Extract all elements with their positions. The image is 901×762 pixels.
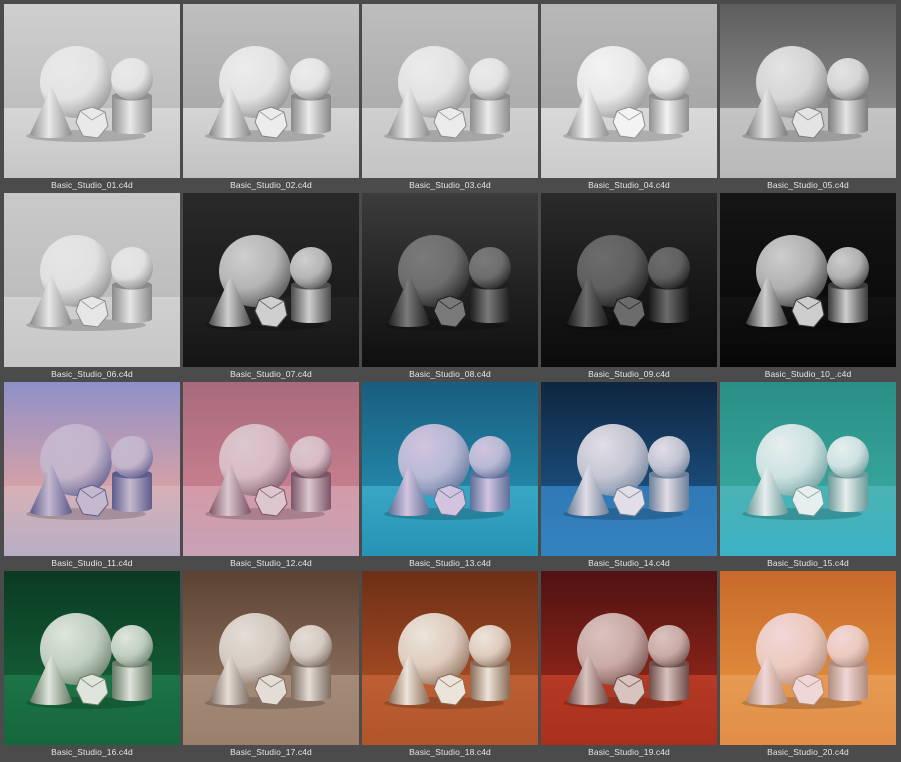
thumbnail-item[interactable]: Basic_Studio_14.c4d — [541, 382, 717, 570]
scene-preview-image — [183, 571, 359, 745]
thumbnail-item[interactable]: Basic_Studio_10_.c4d — [720, 193, 896, 381]
scene-preview-image — [541, 571, 717, 745]
scene-preview-image — [183, 4, 359, 178]
thumbnail-item[interactable]: Basic_Studio_02.c4d — [183, 4, 359, 192]
thumbnail-filename: Basic_Studio_09.c4d — [588, 369, 670, 379]
thumbnail-filename: Basic_Studio_05.c4d — [767, 180, 849, 190]
scene-preview-image — [183, 193, 359, 367]
thumbnail-filename: Basic_Studio_14.c4d — [588, 558, 670, 568]
thumbnail-item[interactable]: Basic_Studio_03.c4d — [362, 4, 538, 192]
thumbnail-item[interactable]: Basic_Studio_12.c4d — [183, 382, 359, 570]
thumbnail-item[interactable]: Basic_Studio_20.c4d — [720, 571, 896, 759]
thumbnail-item[interactable]: Basic_Studio_05.c4d — [720, 4, 896, 192]
thumbnail-filename: Basic_Studio_07.c4d — [230, 369, 312, 379]
thumbnail-item[interactable]: Basic_Studio_11.c4d — [4, 382, 180, 570]
thumbnail-item[interactable]: Basic_Studio_09.c4d — [541, 193, 717, 381]
scene-preview-image — [541, 4, 717, 178]
thumbnail-item[interactable]: Basic_Studio_01.c4d — [4, 4, 180, 192]
thumbnail-item[interactable]: Basic_Studio_17.c4d — [183, 571, 359, 759]
scene-preview-image — [4, 571, 180, 745]
thumbnail-filename: Basic_Studio_19.c4d — [588, 747, 670, 757]
scene-preview-image — [4, 382, 180, 556]
thumbnail-item[interactable]: Basic_Studio_04.c4d — [541, 4, 717, 192]
thumbnail-item[interactable]: Basic_Studio_06.c4d — [4, 193, 180, 381]
content-browser-grid: Basic_Studio_01.c4d Basic_Studio_02.c4d Ba… — [0, 0, 901, 762]
thumbnail-filename: Basic_Studio_17.c4d — [230, 747, 312, 757]
thumbnail-filename: Basic_Studio_16.c4d — [51, 747, 133, 757]
scene-preview-image — [362, 193, 538, 367]
thumbnail-filename: Basic_Studio_12.c4d — [230, 558, 312, 568]
thumbnail-filename: Basic_Studio_06.c4d — [51, 369, 133, 379]
scene-preview-image — [720, 4, 896, 178]
thumbnail-filename: Basic_Studio_02.c4d — [230, 180, 312, 190]
scene-preview-image — [720, 382, 896, 556]
scene-preview-image — [183, 382, 359, 556]
scene-preview-image — [720, 193, 896, 367]
thumbnail-filename: Basic_Studio_08.c4d — [409, 369, 491, 379]
thumbnail-item[interactable]: Basic_Studio_07.c4d — [183, 193, 359, 381]
thumbnail-item[interactable]: Basic_Studio_08.c4d — [362, 193, 538, 381]
scene-preview-image — [362, 382, 538, 556]
thumbnail-filename: Basic_Studio_11.c4d — [51, 558, 133, 568]
thumbnail-item[interactable]: Basic_Studio_19.c4d — [541, 571, 717, 759]
scene-preview-image — [541, 193, 717, 367]
thumbnail-filename: Basic_Studio_13.c4d — [409, 558, 491, 568]
thumbnail-filename: Basic_Studio_01.c4d — [51, 180, 133, 190]
scene-preview-image — [720, 571, 896, 745]
scene-preview-image — [541, 382, 717, 556]
scene-preview-image — [362, 571, 538, 745]
scene-preview-image — [4, 193, 180, 367]
thumbnail-filename: Basic_Studio_04.c4d — [588, 180, 670, 190]
thumbnail-item[interactable]: Basic_Studio_18.c4d — [362, 571, 538, 759]
thumbnail-item[interactable]: Basic_Studio_16.c4d — [4, 571, 180, 759]
thumbnail-item[interactable]: Basic_Studio_13.c4d — [362, 382, 538, 570]
thumbnail-item[interactable]: Basic_Studio_15.c4d — [720, 382, 896, 570]
thumbnail-filename: Basic_Studio_15.c4d — [767, 558, 849, 568]
thumbnail-filename: Basic_Studio_20.c4d — [767, 747, 849, 757]
thumbnail-filename: Basic_Studio_10_.c4d — [764, 369, 852, 379]
thumbnail-filename: Basic_Studio_03.c4d — [409, 180, 491, 190]
scene-preview-image — [4, 4, 180, 178]
thumbnail-filename: Basic_Studio_18.c4d — [409, 747, 491, 757]
scene-preview-image — [362, 4, 538, 178]
